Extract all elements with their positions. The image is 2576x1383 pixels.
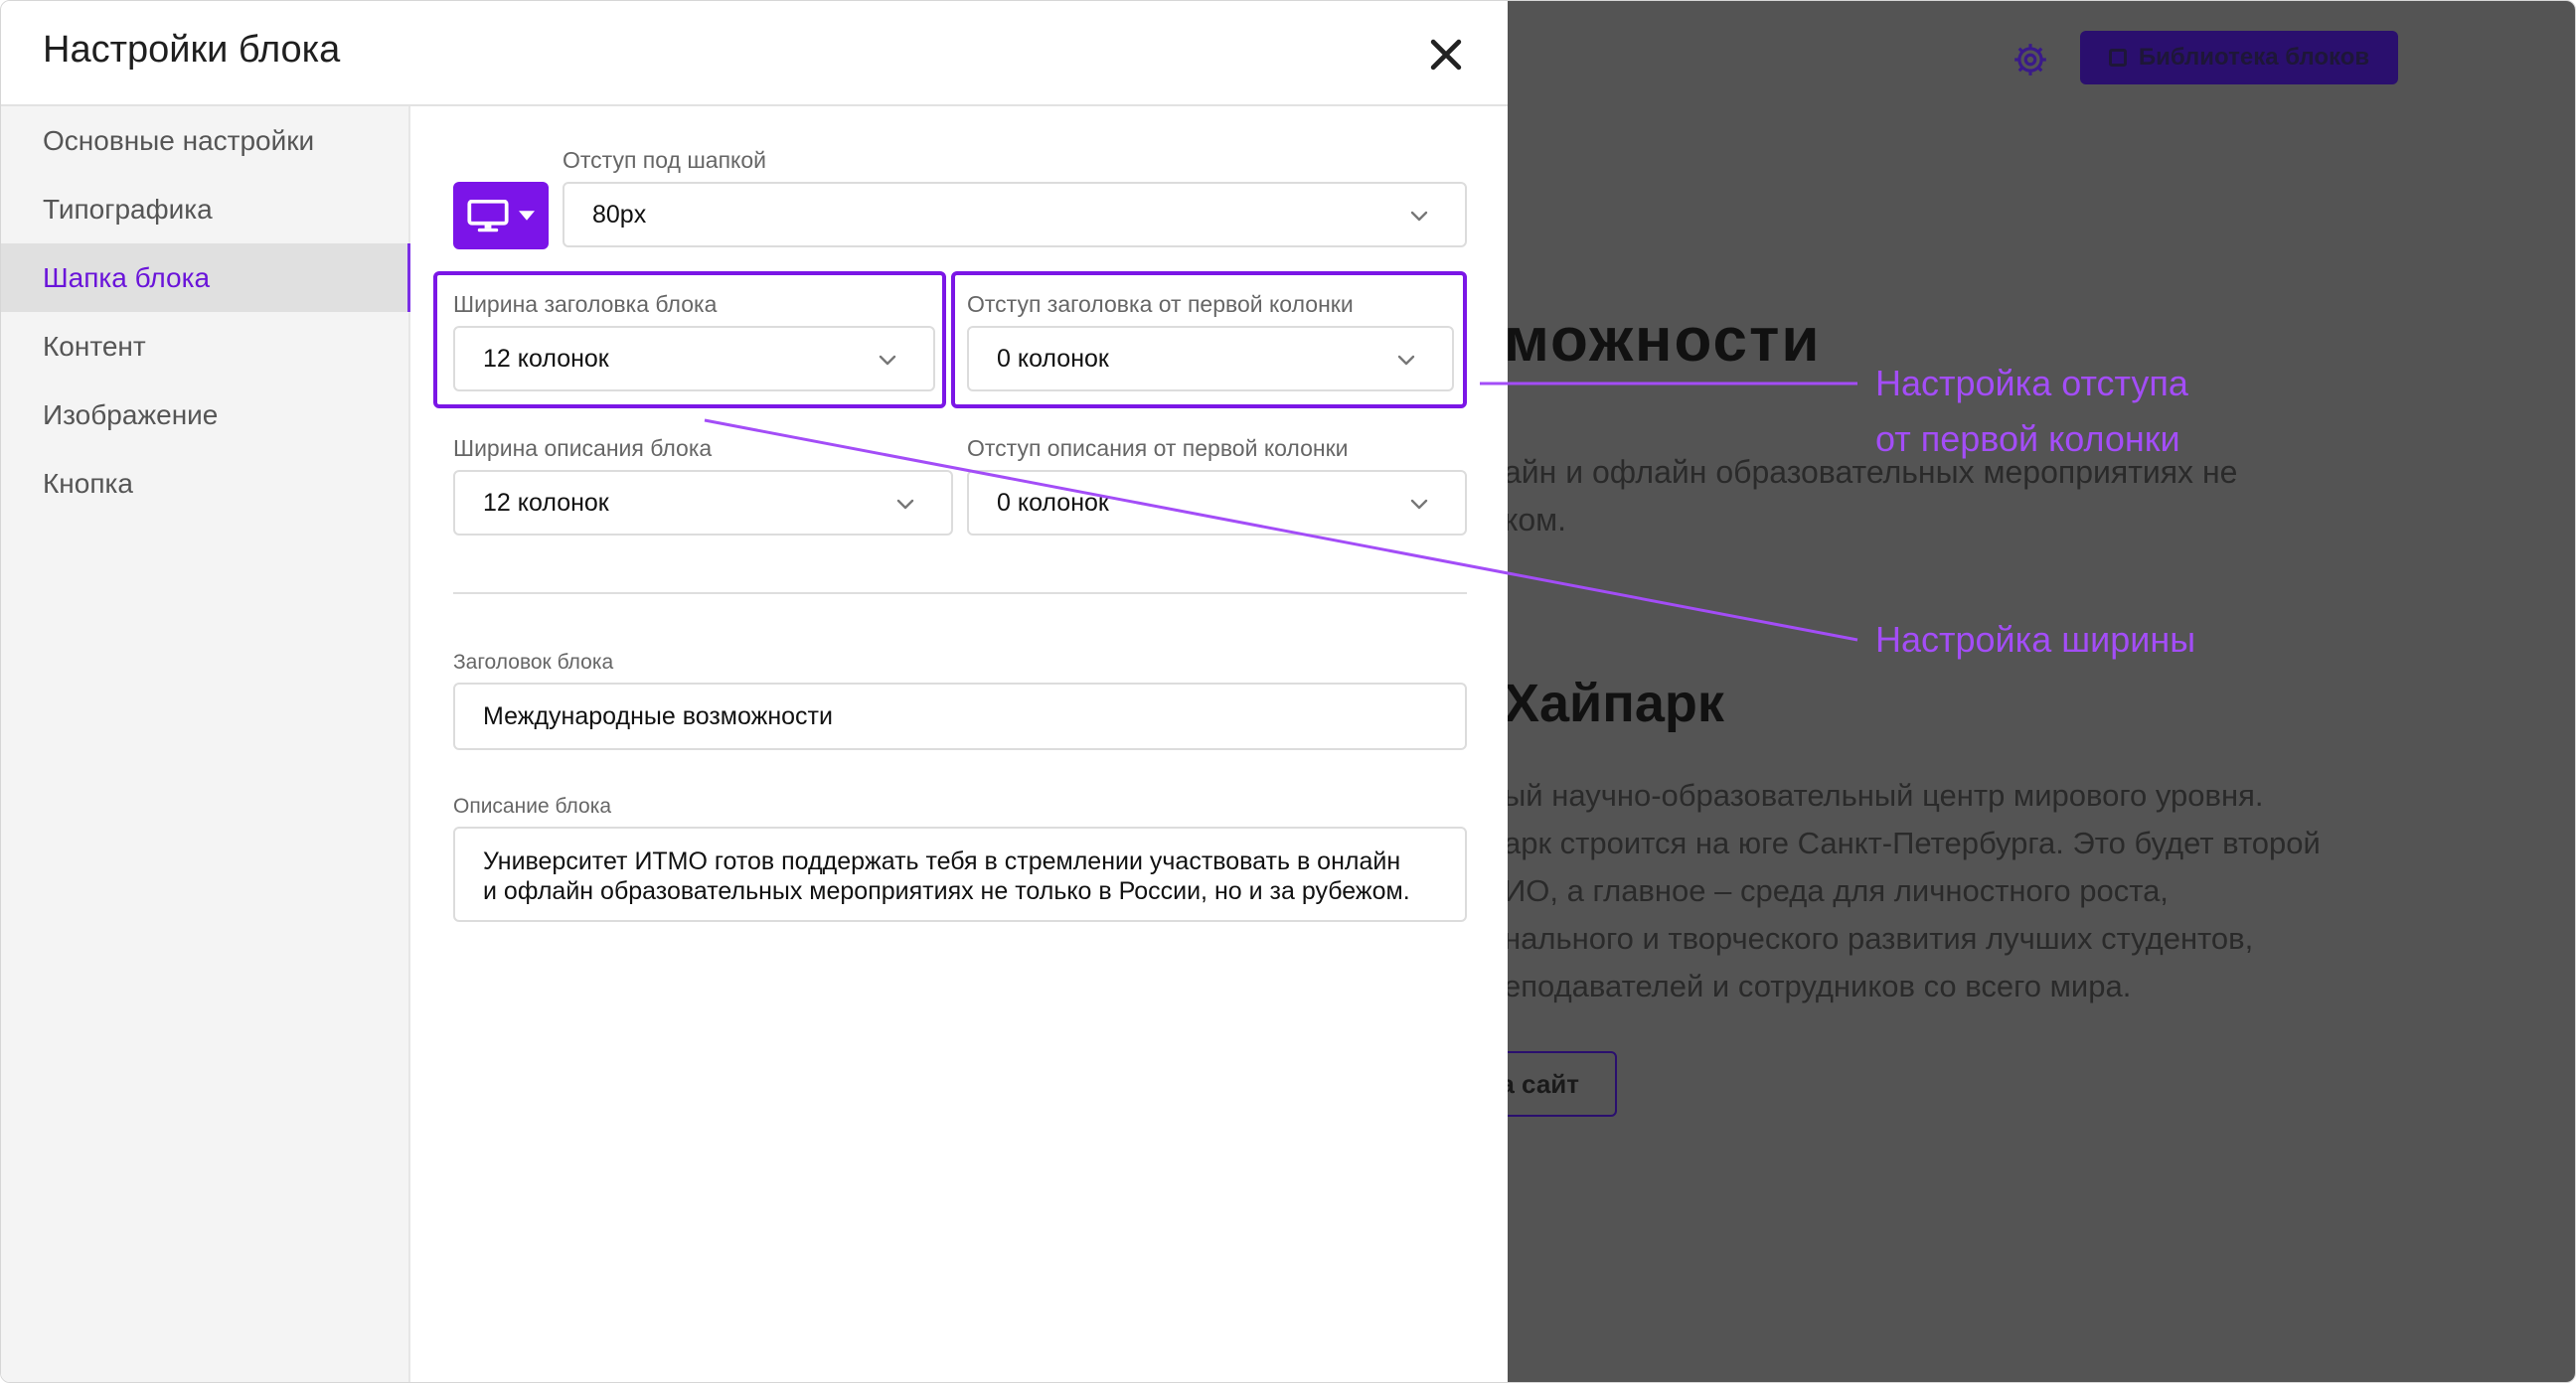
annotation-lines bbox=[704, 382, 1858, 642]
annotation-width: Настройка ширины bbox=[1875, 619, 2196, 660]
width-pointer-line bbox=[704, 418, 1858, 642]
screen-frame: Библиотека блоков можности айн и офлайн … bbox=[0, 0, 2576, 1383]
annotation-offset-line2: от первой колонки bbox=[1875, 418, 2180, 459]
annotation-offset-line1: Настройка отступа bbox=[1875, 363, 2188, 403]
